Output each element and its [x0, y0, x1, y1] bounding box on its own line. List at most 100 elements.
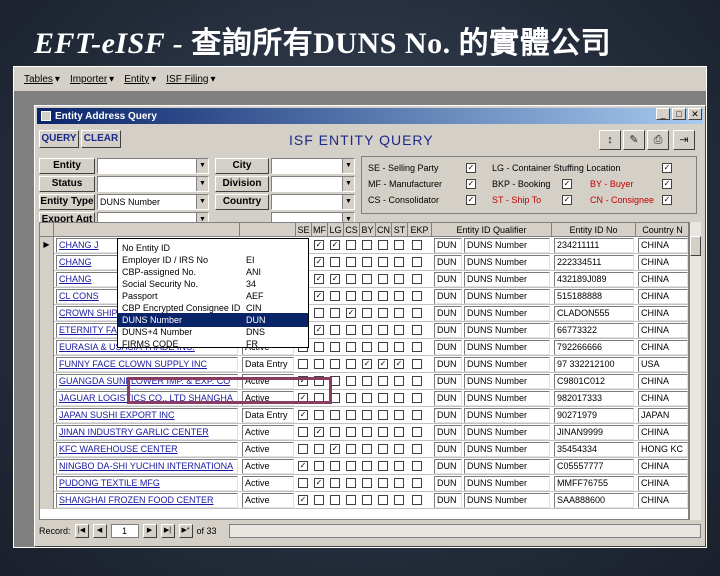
last-record-icon[interactable]: ▶| — [160, 524, 175, 538]
qualifier-name-cell[interactable]: DUNS Number — [464, 255, 550, 270]
role-checkbox[interactable] — [394, 240, 404, 250]
role-checkbox[interactable]: ✓ — [346, 308, 356, 318]
dropdown-option[interactable]: FIRMS CODE FR — [118, 337, 308, 351]
table-row[interactable]: PUDONG TEXTILE MFG Active ✓ DUN DUNS Number M… — [40, 475, 688, 492]
grid-header-ekp[interactable]: EKP — [408, 223, 432, 237]
role-checkbox[interactable]: ✓ — [378, 359, 388, 369]
chevron-down-icon[interactable]: ▼ — [196, 195, 208, 209]
record-selector[interactable]: ▶ — [40, 237, 54, 254]
qualifier-name-cell[interactable]: DUNS Number — [464, 425, 550, 440]
edit-icon[interactable]: ✎ — [623, 130, 645, 150]
entity-id-cell[interactable]: 222334511 — [554, 255, 634, 270]
record-selector[interactable] — [40, 305, 54, 322]
role-checkbox[interactable] — [346, 376, 356, 386]
entity-type-combo[interactable]: DUNS Number ▼ — [97, 194, 209, 210]
record-selector[interactable] — [40, 424, 54, 441]
role-checkbox[interactable] — [298, 478, 308, 488]
role-checkbox[interactable] — [412, 342, 422, 352]
role-checkbox[interactable] — [314, 410, 324, 420]
record-selector[interactable] — [40, 475, 54, 492]
next-record-icon[interactable]: ▶ — [142, 524, 157, 538]
entity-name-cell[interactable]: JINAN INDUSTRY GARLIC CENTER — [56, 425, 238, 440]
role-checkbox[interactable] — [346, 393, 356, 403]
legend-cn-checkbox[interactable]: ✓ — [662, 195, 672, 205]
role-checkbox[interactable] — [394, 325, 404, 335]
country-cell[interactable]: CHINA — [638, 255, 688, 270]
entity-name-cell[interactable]: SHANGHAI FROZEN FOOD CENTER — [56, 493, 238, 508]
qualifier-name-cell[interactable]: DUNS Number — [464, 493, 550, 508]
role-checkbox[interactable]: ✓ — [298, 410, 308, 420]
qualifier-code-cell[interactable]: DUN — [434, 323, 462, 338]
role-checkbox[interactable] — [346, 257, 356, 267]
qualifier-code-cell[interactable]: DUN — [434, 272, 462, 287]
record-selector[interactable] — [40, 254, 54, 271]
country-cell[interactable]: CHINA — [638, 493, 688, 508]
entity-name-cell[interactable]: NINGBO DA-SHI YUCHIN INTERNATIONA — [56, 459, 238, 474]
status-cell[interactable]: Active — [242, 493, 294, 508]
grid-header-se[interactable]: SE — [296, 223, 312, 237]
country-cell[interactable]: CHINA — [638, 289, 688, 304]
country-cell[interactable]: CHINA — [638, 340, 688, 355]
grid-horizontal-scrollbar[interactable] — [228, 524, 701, 538]
role-checkbox[interactable] — [362, 461, 372, 471]
role-checkbox[interactable]: ✓ — [314, 427, 324, 437]
minimize-button[interactable]: _ — [656, 108, 670, 120]
role-checkbox[interactable] — [412, 478, 422, 488]
country-cell[interactable]: CHINA — [638, 306, 688, 321]
entity-id-cell[interactable]: 97 332212100 — [554, 357, 634, 372]
qualifier-name-cell[interactable]: DUNS Number — [464, 442, 550, 457]
role-checkbox[interactable] — [314, 342, 324, 352]
role-checkbox[interactable] — [378, 257, 388, 267]
menu-tables[interactable]: Tables — [24, 74, 60, 85]
role-checkbox[interactable] — [346, 325, 356, 335]
qualifier-name-cell[interactable]: DUNS Number — [464, 323, 550, 338]
grid-header-entity-id-no[interactable]: Entity ID No — [552, 223, 636, 237]
scroll-thumb[interactable] — [690, 236, 701, 256]
grid-vertical-scrollbar[interactable] — [689, 222, 701, 520]
role-checkbox[interactable] — [394, 274, 404, 284]
status-cell[interactable]: Active — [242, 476, 294, 491]
entity-id-cell[interactable]: 792266666 — [554, 340, 634, 355]
role-checkbox[interactable]: ✓ — [330, 240, 340, 250]
role-checkbox[interactable]: ✓ — [314, 325, 324, 335]
entity-id-cell[interactable]: 432189J089 — [554, 272, 634, 287]
status-cell[interactable]: Data Entry — [242, 357, 294, 372]
record-selector[interactable] — [40, 288, 54, 305]
role-checkbox[interactable] — [362, 240, 372, 250]
qualifier-name-cell[interactable]: DUNS Number — [464, 357, 550, 372]
qualifier-code-cell[interactable]: DUN — [434, 442, 462, 457]
table-row[interactable]: JAPAN SUSHI EXPORT INC Data Entry ✓ DUN DUNS… — [40, 407, 688, 424]
qualifier-name-cell[interactable]: DUNS Number — [464, 391, 550, 406]
entity-id-cell[interactable]: 515188888 — [554, 289, 634, 304]
entity-id-cell[interactable]: C05557777 — [554, 459, 634, 474]
role-checkbox[interactable] — [394, 478, 404, 488]
legend-by-checkbox[interactable]: ✓ — [662, 179, 672, 189]
qualifier-name-cell[interactable]: DUNS Number — [464, 289, 550, 304]
role-checkbox[interactable] — [412, 444, 422, 454]
role-checkbox[interactable] — [378, 393, 388, 403]
role-checkbox[interactable] — [330, 478, 340, 488]
entity-name-cell[interactable]: PUDONG TEXTILE MFG — [56, 476, 238, 491]
role-checkbox[interactable] — [330, 342, 340, 352]
legend-bkp-checkbox[interactable]: ✓ — [562, 179, 572, 189]
role-checkbox[interactable] — [394, 393, 404, 403]
role-checkbox[interactable] — [346, 478, 356, 488]
role-checkbox[interactable] — [346, 495, 356, 505]
role-checkbox[interactable]: ✓ — [330, 274, 340, 284]
entity-id-cell[interactable]: 90271979 — [554, 408, 634, 423]
role-checkbox[interactable] — [412, 291, 422, 301]
grid-header-country[interactable]: Country N — [636, 223, 688, 237]
role-checkbox[interactable] — [346, 444, 356, 454]
legend-st-checkbox[interactable]: ✓ — [562, 195, 572, 205]
role-checkbox[interactable] — [314, 308, 324, 318]
entity-name-cell[interactable]: KFC WAREHOUSE CENTER — [56, 442, 238, 457]
role-checkbox[interactable] — [412, 308, 422, 318]
entity-combo[interactable]: ▼ — [97, 158, 209, 174]
role-checkbox[interactable] — [314, 461, 324, 471]
entity-id-cell[interactable]: JINAN9999 — [554, 425, 634, 440]
exit-icon[interactable]: ⇥ — [673, 130, 695, 150]
status-cell[interactable]: Data Entry — [242, 408, 294, 423]
role-checkbox[interactable] — [412, 274, 422, 284]
record-selector[interactable] — [40, 322, 54, 339]
role-checkbox[interactable] — [394, 257, 404, 267]
